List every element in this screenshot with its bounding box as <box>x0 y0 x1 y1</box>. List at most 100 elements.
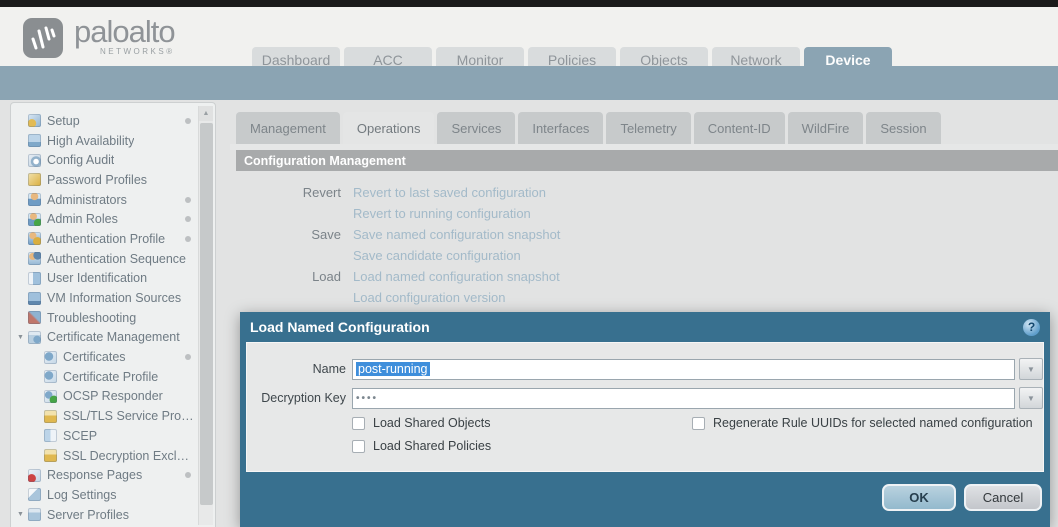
sidebar-item-user-identification[interactable]: User Identification <box>17 269 195 289</box>
subtab-session[interactable]: Session <box>866 112 941 144</box>
user-identification-icon <box>28 271 41 285</box>
decryption-key-dropdown-button[interactable]: ▼ <box>1019 387 1043 409</box>
sidebar-item-high-availability[interactable]: High Availability <box>17 131 195 151</box>
status-dot <box>185 235 191 242</box>
regenerate-rule-uuids-label: Regenerate Rule UUIDs for selected named… <box>713 416 1033 430</box>
save-named-snapshot-link[interactable]: Save named configuration snapshot <box>353 227 560 242</box>
sidebar-item-certificates[interactable]: Certificates <box>17 347 195 367</box>
subtab-services[interactable]: Services <box>437 112 516 144</box>
status-dot <box>185 216 191 223</box>
configuration-management-body: Revert Revert to last saved configuratio… <box>236 182 1058 308</box>
configuration-management-header: Configuration Management <box>236 150 1058 171</box>
decryption-key-input[interactable]: •••• <box>352 387 1015 409</box>
subtab-content-id[interactable]: Content-ID <box>693 112 785 144</box>
sidebar-item-ssl-decryption-exclusion[interactable]: SSL Decryption Exclusion <box>17 446 195 466</box>
high-availability-icon <box>28 134 41 148</box>
revert-running-link[interactable]: Revert to running configuration <box>353 206 531 221</box>
sidebar-item-certificate-management[interactable]: ▼ Certificate Management <box>17 328 195 348</box>
dialog-title: Load Named Configuration <box>250 319 430 335</box>
sidebar-scrollbar[interactable]: ▲ <box>198 106 213 525</box>
decryption-key-field-label: Decryption Key <box>261 391 346 405</box>
device-sidebar: Setup High Availability Config Audit Pas… <box>10 102 216 527</box>
certificate-management-icon <box>28 330 41 344</box>
admin-roles-icon <box>28 212 41 226</box>
authentication-profile-icon <box>28 232 41 246</box>
name-input-selected-text: post-running <box>356 362 430 376</box>
sidebar-item-scep[interactable]: SCEP <box>17 426 195 446</box>
subtab-interfaces[interactable]: Interfaces <box>518 112 604 144</box>
scroll-up-icon[interactable]: ▲ <box>199 106 213 121</box>
subtab-operations[interactable]: Operations <box>342 112 435 144</box>
save-group-label: Save <box>311 227 341 242</box>
config-audit-icon <box>28 153 41 167</box>
dialog-body: Name post-running ▼ Decryption Key •••• … <box>246 342 1044 472</box>
sidebar-item-password-profiles[interactable]: Password Profiles <box>17 170 195 190</box>
scrollbar-thumb[interactable] <box>200 123 213 505</box>
load-named-snapshot-link[interactable]: Load named configuration snapshot <box>353 269 560 284</box>
setup-icon <box>28 114 41 128</box>
dialog-title-bar: Load Named Configuration ? <box>240 312 1050 342</box>
decryption-key-masked-value: •••• <box>356 392 379 404</box>
sidebar-item-authentication-sequence[interactable]: Authentication Sequence <box>17 249 195 269</box>
dialog-footer: OK Cancel <box>240 472 1050 527</box>
password-profiles-icon <box>28 173 41 187</box>
status-dot <box>185 354 191 361</box>
subtab-telemetry[interactable]: Telemetry <box>606 112 691 144</box>
ok-button[interactable]: OK <box>882 484 956 511</box>
troubleshooting-icon <box>28 311 41 325</box>
server-profiles-icon <box>28 508 41 522</box>
status-dot <box>185 117 191 124</box>
sidebar-item-ssl-tls-service-profile[interactable]: SSL/TLS Service Profile <box>17 406 195 426</box>
sidebar-item-response-pages[interactable]: Response Pages <box>17 465 195 485</box>
administrators-icon <box>28 193 41 207</box>
scep-icon <box>44 429 57 443</box>
sidebar-item-troubleshooting[interactable]: Troubleshooting <box>17 308 195 328</box>
certificates-icon <box>44 350 57 364</box>
ssl-decryption-exclusion-icon <box>44 449 57 463</box>
device-subtab-bar: Management Operations Services Interface… <box>236 112 944 144</box>
load-shared-policies-label: Load Shared Policies <box>373 439 492 453</box>
revert-group-label: Revert <box>302 185 341 200</box>
app-header: paloalto NETWORKS® Dashboard ACC Monitor… <box>0 7 1058 73</box>
expander-icon[interactable]: ▼ <box>17 334 28 341</box>
brand-name: paloalto <box>74 14 176 49</box>
authentication-sequence-icon <box>28 252 41 266</box>
load-shared-objects-label: Load Shared Objects <box>373 416 491 430</box>
subtab-management[interactable]: Management <box>236 112 340 144</box>
status-dot <box>185 472 191 479</box>
log-settings-icon <box>28 488 41 502</box>
sidebar-item-ocsp-responder[interactable]: OCSP Responder <box>17 387 195 407</box>
sidebar-item-certificate-profile[interactable]: Certificate Profile <box>17 367 195 387</box>
regenerate-rule-uuids-checkbox[interactable] <box>692 416 705 430</box>
certificate-profile-icon <box>44 370 57 384</box>
sidebar-item-admin-roles[interactable]: Admin Roles <box>17 209 195 229</box>
status-dot <box>185 196 191 203</box>
brand-logo: paloalto NETWORKS® <box>22 14 176 59</box>
name-dropdown-button[interactable]: ▼ <box>1019 358 1043 380</box>
paloalto-logo-icon <box>23 18 63 58</box>
load-group-label: Load <box>312 269 341 284</box>
load-shared-policies-checkbox[interactable] <box>352 439 365 453</box>
load-config-version-link[interactable]: Load configuration version <box>353 290 506 305</box>
sidebar-item-administrators[interactable]: Administrators <box>17 190 195 210</box>
response-pages-icon <box>28 468 41 482</box>
ssl-tls-service-profile-icon <box>44 409 57 423</box>
name-input[interactable]: post-running <box>352 358 1015 380</box>
load-shared-objects-checkbox[interactable] <box>352 416 365 430</box>
save-candidate-link[interactable]: Save candidate configuration <box>353 248 521 263</box>
ocsp-responder-icon <box>44 389 57 403</box>
sidebar-item-server-profiles[interactable]: ▼ Server Profiles <box>17 505 195 525</box>
revert-last-saved-link[interactable]: Revert to last saved configuration <box>353 185 546 200</box>
subtab-wildfire[interactable]: WildFire <box>787 112 864 144</box>
sidebar-item-vm-information-sources[interactable]: VM Information Sources <box>17 288 195 308</box>
expander-icon[interactable]: ▼ <box>17 511 28 518</box>
sidebar-item-config-audit[interactable]: Config Audit <box>17 150 195 170</box>
help-icon[interactable]: ? <box>1023 318 1040 336</box>
cancel-button[interactable]: Cancel <box>964 484 1042 511</box>
sidebar-item-log-settings[interactable]: Log Settings <box>17 485 195 505</box>
sidebar-item-authentication-profile[interactable]: Authentication Profile <box>17 229 195 249</box>
sidebar-item-setup[interactable]: Setup <box>17 111 195 131</box>
vm-information-sources-icon <box>28 291 41 305</box>
name-field-label: Name <box>312 362 346 376</box>
load-named-configuration-dialog: Load Named Configuration ? Name post-run… <box>240 312 1050 527</box>
